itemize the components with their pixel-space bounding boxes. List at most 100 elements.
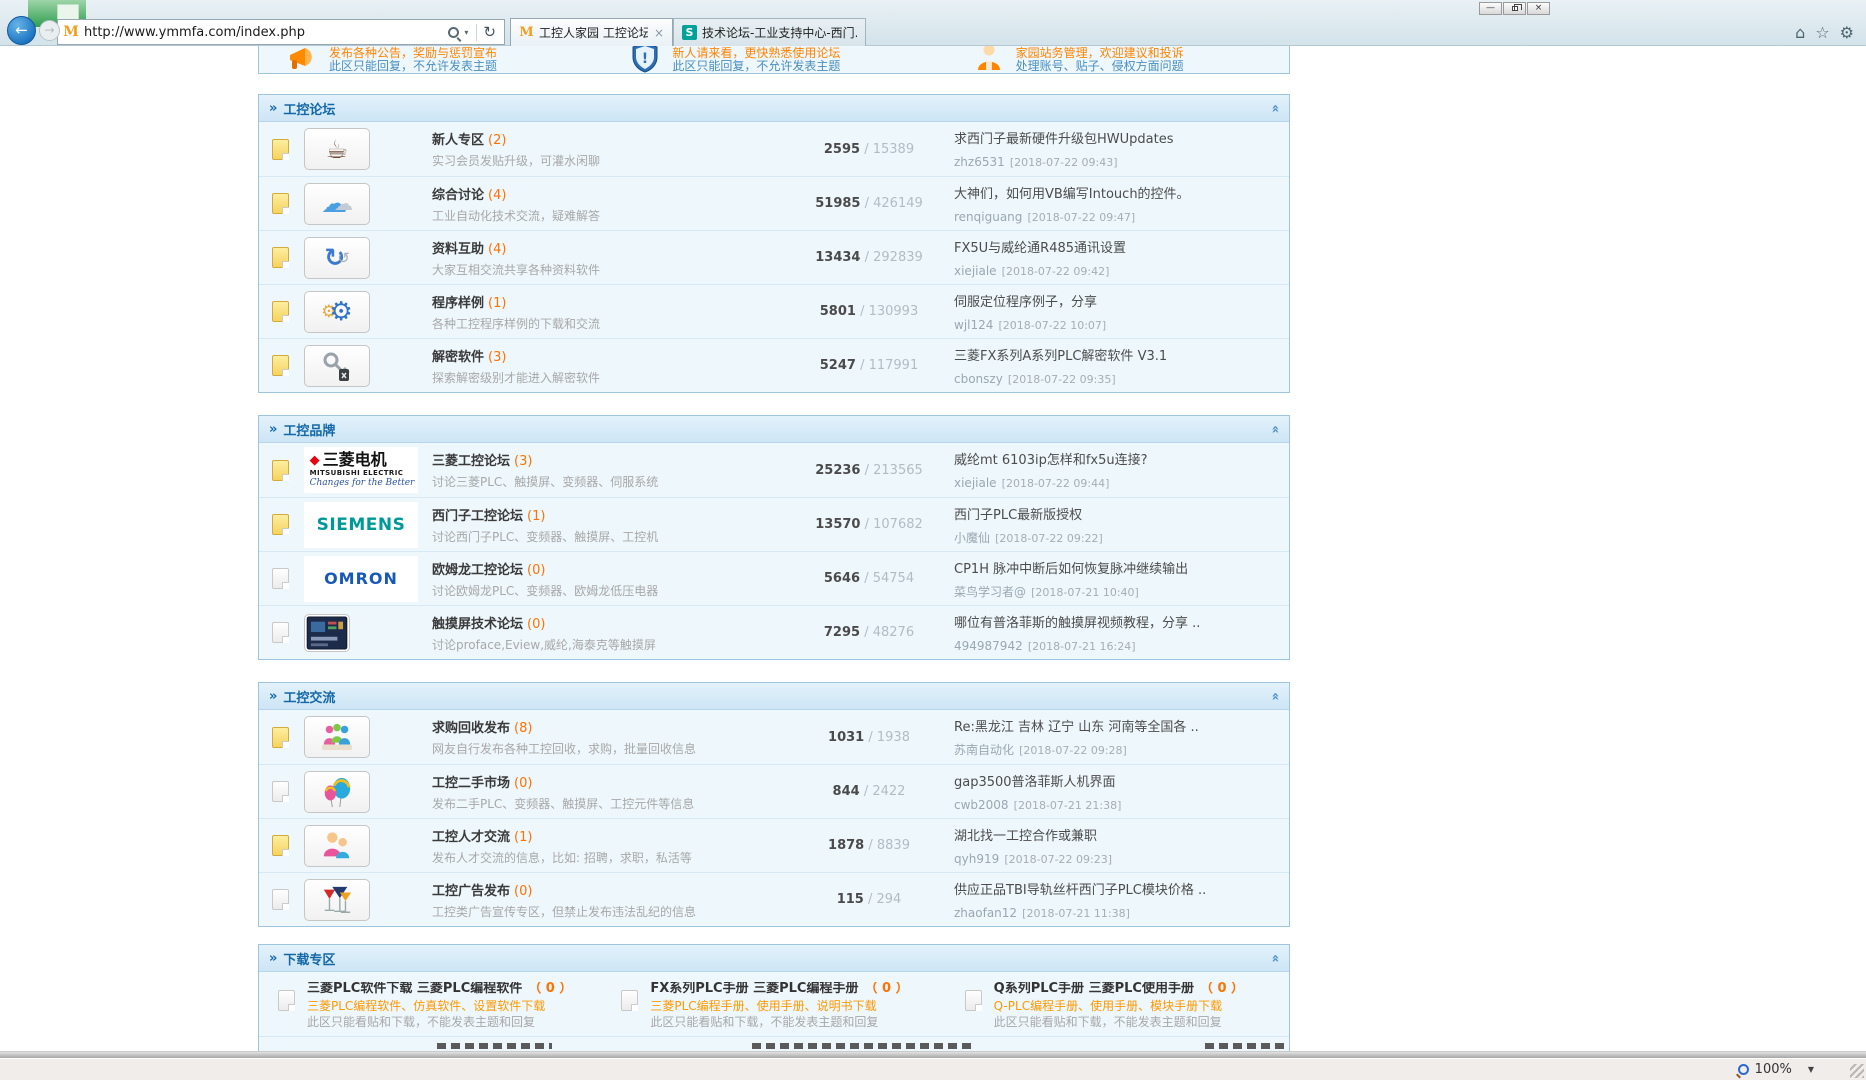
last-post-title[interactable]: CP1H 脉冲中断后如何恢复脉冲继续输出: [954, 558, 1289, 577]
tab-favicon-icon: M: [519, 25, 534, 40]
forum-link[interactable]: 触摸屏技术论坛: [432, 617, 523, 632]
mitsubishi-logo[interactable]: ◆三菱电机MITSUBISHI ELECTRICChanges for the …: [304, 447, 418, 493]
keys-icon[interactable]: [304, 345, 370, 387]
download-sub-link[interactable]: 三菱PLC编程软件、仿真软件、设置软件下载: [307, 1000, 572, 1012]
last-post-title[interactable]: 威纶mt 6103ip怎样和fx5u连接?: [954, 449, 1289, 468]
last-post-user[interactable]: cbonszy: [954, 372, 1003, 386]
forum-link[interactable]: 三菱工控论坛: [432, 454, 510, 469]
announcement-note: 此区只能回复，不允许发表主题: [329, 60, 497, 73]
last-post-user[interactable]: 494987942: [954, 639, 1023, 653]
forward-button[interactable]: →: [39, 20, 60, 41]
forum-link[interactable]: 资料互助: [432, 242, 484, 257]
section-title[interactable]: 工控论坛: [283, 99, 335, 118]
forum-link[interactable]: 西门子工控论坛: [432, 509, 523, 524]
collapse-section-icon[interactable]: «: [1267, 104, 1282, 112]
home-icon[interactable]: ⌂: [1795, 24, 1805, 42]
download-forum-link[interactable]: 三菱PLC软件下载 三菱PLC编程软件: [307, 982, 522, 996]
section-title[interactable]: 工控交流: [283, 687, 335, 706]
sync-arrows-icon[interactable]: ↻↺: [304, 237, 370, 279]
last-post-title[interactable]: 三菱FX系列A系列PLC解密软件 V3.1: [954, 345, 1289, 364]
last-post-user[interactable]: xiejiale: [954, 264, 997, 278]
omron-logo[interactable]: OMRON: [304, 556, 418, 602]
zoom-control[interactable]: 100% ▼: [1738, 1062, 1814, 1077]
forum-row: ↻↺资料互助(4)大家互相交流共享各种资料软件13434 / 292839FX5…: [259, 230, 1289, 284]
last-post-user[interactable]: zhaofan12: [954, 906, 1017, 920]
last-post-title[interactable]: FX5U与威纶通R485通讯设置: [954, 237, 1289, 256]
siemens-logo[interactable]: SIEMENS: [304, 502, 418, 548]
last-post-user[interactable]: renqiguang: [954, 210, 1022, 224]
last-post-user[interactable]: 苏南自动化: [954, 743, 1014, 757]
url-text[interactable]: http://www.ymmfa.com/index.php: [84, 25, 448, 40]
last-post-time: [2018-07-22 09:42]: [1002, 265, 1110, 278]
last-post-user[interactable]: cwb2008: [954, 798, 1009, 812]
people-group-icon[interactable]: [304, 716, 370, 758]
last-post-user[interactable]: qyh919: [954, 852, 999, 866]
forum-link[interactable]: 综合讨论: [432, 188, 484, 203]
last-post-title[interactable]: 供应正品TBI导轨丝杆西门子PLC模块价格 ..: [954, 879, 1289, 898]
download-forum-link[interactable]: Q系列PLC手册 三菱PLC使用手册: [994, 982, 1194, 996]
announcement-note: 处理账号、贴子、侵权方面问题: [1016, 60, 1184, 73]
forum-link[interactable]: 程序样例: [432, 296, 484, 311]
download-sub-link[interactable]: Q-PLC编程手册、使用手册、模块手册下载: [994, 1000, 1244, 1012]
tab-close-icon[interactable]: ×: [654, 26, 664, 40]
collapse-section-icon[interactable]: «: [1267, 425, 1282, 433]
last-post-title[interactable]: 湖北找一工控合作或兼职: [954, 825, 1289, 844]
minimize-button[interactable]: —: [1479, 2, 1502, 15]
last-post-title[interactable]: 哪位有普洛菲斯的触摸屏视频教程，分享 ..: [954, 612, 1289, 631]
balloons-icon[interactable]: [304, 771, 370, 813]
browser-tab-2[interactable]: S技术论坛-工业支持中心-西门...: [673, 18, 866, 46]
collapse-section-icon[interactable]: «: [1267, 692, 1282, 700]
search-icon[interactable]: [448, 27, 459, 38]
forum-link[interactable]: 求购回收发布: [432, 721, 510, 736]
last-post-title[interactable]: 伺服定位程序例子，分享: [954, 291, 1289, 310]
last-post-title[interactable]: 大神们，如何用VB编写Intouch的控件。: [954, 183, 1289, 202]
forum-link[interactable]: 新人专区: [432, 133, 484, 148]
last-post-title[interactable]: 西门子PLC最新版授权: [954, 504, 1289, 523]
coffee-cup-icon[interactable]: ☕: [304, 128, 370, 170]
last-post-title[interactable]: Re:黑龙江 吉林 辽宁 山东 河南等全国各 ..: [954, 716, 1289, 735]
forum-description: 讨论西门子PLC、变频器、触摸屏、工控机: [432, 528, 778, 545]
last-post-time: [2018-07-22 09:23]: [1004, 853, 1112, 866]
two-persons-icon[interactable]: [304, 825, 370, 867]
zoom-dropdown-icon[interactable]: ▼: [1808, 1065, 1814, 1074]
folder-status-icon: [272, 835, 289, 856]
settings-gear-icon[interactable]: ⚙: [1840, 24, 1854, 42]
download-sub-link[interactable]: 三菱PLC编程手册、使用手册、说明书下载: [650, 1000, 908, 1012]
close-button[interactable]: ×: [1527, 2, 1550, 15]
forum-link[interactable]: 解密软件: [432, 350, 484, 365]
restore-button[interactable]: [1503, 2, 1526, 15]
site-favicon-icon: M: [63, 24, 79, 40]
topic-post-counts: 13570 / 107682: [784, 517, 954, 532]
gears-icon[interactable]: ⚙⚙: [304, 291, 370, 333]
section-title[interactable]: 工控品牌: [283, 420, 335, 439]
last-post-user[interactable]: 菜鸟学习者@: [954, 585, 1026, 599]
last-post-user[interactable]: wjl124: [954, 318, 993, 332]
last-post-user[interactable]: xiejiale: [954, 476, 997, 490]
forum-link[interactable]: 工控广告发布: [432, 884, 510, 899]
resize-grip[interactable]: [1850, 1064, 1864, 1078]
forum-link[interactable]: 欧姆龙工控论坛: [432, 563, 523, 578]
topic-post-counts: 115 / 294: [784, 892, 954, 907]
folder-status-icon: [272, 355, 289, 376]
search-dropdown-icon[interactable]: ▾: [464, 28, 468, 37]
browser-tab-1[interactable]: M工控人家园 工控论坛×: [510, 18, 673, 46]
last-post-user[interactable]: zhz6531: [954, 155, 1005, 169]
last-post-time: [2018-07-22 09:35]: [1008, 373, 1116, 386]
last-post-title[interactable]: gap3500普洛菲斯人机界面: [954, 771, 1289, 790]
refresh-icon[interactable]: ↻: [483, 23, 496, 41]
address-bar[interactable]: M http://www.ymmfa.com/index.php ▾ ↻: [57, 19, 505, 45]
download-forum-link[interactable]: FX系列PLC手册 三菱PLC编程手册: [650, 982, 858, 996]
window-bottom-bar: [0, 1051, 1866, 1058]
chat-clouds-icon[interactable]: ☁☁: [304, 183, 370, 225]
back-button[interactable]: ←: [7, 16, 36, 45]
section-title[interactable]: 下载专区: [283, 949, 335, 968]
forum-link[interactable]: 工控二手市场: [432, 776, 510, 791]
favorites-star-icon[interactable]: ☆: [1815, 24, 1829, 42]
touchscreen-icon[interactable]: [304, 614, 350, 652]
collapse-section-icon[interactable]: «: [1267, 954, 1282, 962]
last-post-title[interactable]: 求西门子最新硬件升级包HWUpdates: [954, 128, 1289, 147]
cocktail-glasses-icon[interactable]: [304, 879, 370, 921]
last-post-time: [2018-07-21 10:40]: [1031, 586, 1139, 599]
forum-link[interactable]: 工控人才交流: [432, 830, 510, 845]
last-post-user[interactable]: 小魔仙: [954, 531, 990, 545]
